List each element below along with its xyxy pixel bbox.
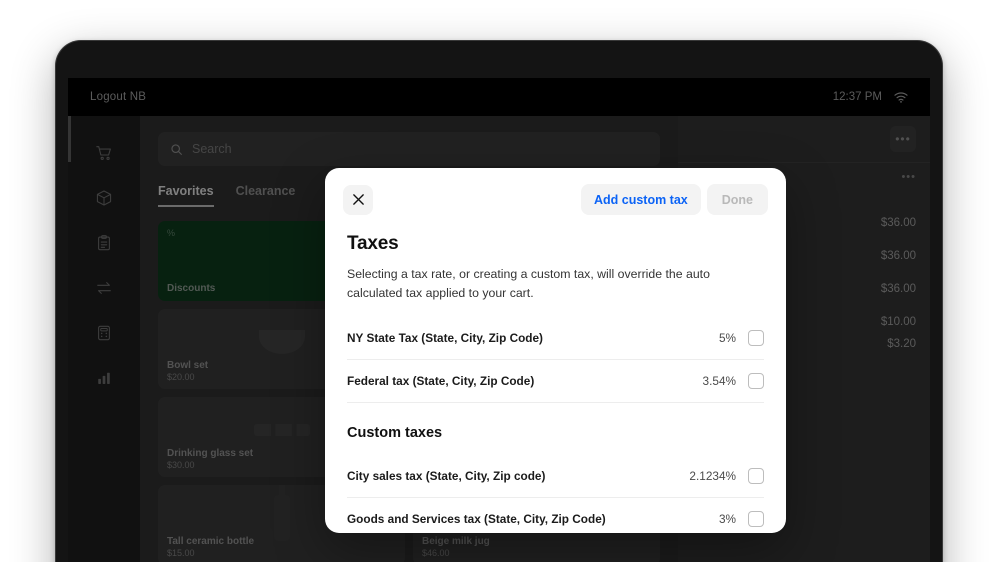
tablet-device-frame: Logout NB 12:37 PM Search Favorites Clea… (55, 40, 943, 562)
sidebar-item-orders[interactable] (82, 220, 126, 265)
tax-rate: 2.1234% (689, 469, 736, 484)
tax-list: NY State Tax (State, City, Zip Code) 5% … (347, 317, 764, 404)
transfer-icon (95, 279, 113, 297)
close-button[interactable] (343, 184, 373, 215)
tax-name: Federal tax (State, City, Zip Code) (347, 374, 535, 389)
cart-top-actions: ••• (692, 126, 916, 152)
box-icon (95, 189, 113, 207)
tax-checkbox[interactable] (748, 330, 764, 347)
sidebar-item-reports[interactable] (82, 355, 126, 400)
nav-active-indicator (68, 116, 71, 162)
done-button[interactable]: Done (706, 184, 768, 215)
modal-header-actions: Add custom tax Done (580, 184, 768, 215)
search-icon (170, 143, 183, 156)
sidebar-item-register[interactable] (82, 310, 126, 355)
left-nav-rail (68, 116, 140, 562)
tab-clearance[interactable]: Clearance (236, 184, 296, 207)
modal-body: Taxes Selecting a tax rate, or creating … (325, 223, 786, 533)
bar-chart-icon (95, 369, 113, 387)
tax-row[interactable]: Federal tax (State, City, Zip Code) 3.54… (347, 360, 764, 404)
os-status-bar: Logout NB 12:37 PM (68, 78, 930, 116)
tax-name: City sales tax (State, City, Zip code) (347, 469, 546, 484)
tax-rate: 5% (718, 331, 736, 346)
wifi-icon (894, 91, 908, 103)
tax-name: Goods and Services tax (State, City, Zip… (347, 512, 606, 527)
tax-checkbox[interactable] (748, 468, 764, 485)
clock-label: 12:37 PM (832, 91, 882, 103)
logout-label[interactable]: Logout NB (90, 91, 146, 103)
close-icon (352, 193, 365, 206)
tax-checkbox[interactable] (748, 373, 764, 390)
sidebar-item-cart[interactable] (82, 130, 126, 175)
tile-price: $15.00 (167, 548, 195, 558)
search-input[interactable]: Search (158, 132, 660, 166)
tax-row[interactable]: Goods and Services tax (State, City, Zip… (347, 498, 764, 533)
tab-favorites[interactable]: Favorites (158, 184, 214, 207)
cart-more-options-button[interactable]: ••• (890, 126, 916, 152)
cart-icon (95, 144, 113, 162)
search-placeholder: Search (192, 142, 232, 156)
modal-description: Selecting a tax rate, or creating a cust… (347, 267, 710, 301)
tile-price: $46.00 (422, 548, 450, 558)
clipboard-icon (95, 234, 113, 252)
tax-row[interactable]: City sales tax (State, City, Zip code) 2… (347, 455, 764, 499)
percent-icon: % (167, 228, 176, 238)
screenshot-root: Logout NB 12:37 PM Search Favorites Clea… (0, 0, 999, 562)
sidebar-item-inventory[interactable] (82, 175, 126, 220)
tax-rate: 3% (718, 512, 736, 527)
tax-row[interactable]: NY State Tax (State, City, Zip Code) 5% (347, 317, 764, 361)
custom-tax-list: City sales tax (State, City, Zip code) 2… (347, 455, 764, 533)
tax-name: NY State Tax (State, City, Zip Code) (347, 331, 543, 346)
custom-taxes-heading: Custom taxes (347, 425, 443, 442)
add-custom-tax-button[interactable]: Add custom tax (580, 184, 701, 215)
calculator-icon (95, 324, 113, 342)
tax-rate: 3.54% (702, 374, 736, 389)
page-title: Taxes (347, 233, 399, 254)
modal-header: Add custom tax Done (325, 168, 786, 223)
status-bar-right: 12:37 PM (833, 91, 908, 103)
taxes-modal: Add custom tax Done Taxes Selecting a ta… (325, 168, 786, 533)
tax-checkbox[interactable] (748, 511, 764, 528)
sidebar-item-transfers[interactable] (82, 265, 126, 310)
